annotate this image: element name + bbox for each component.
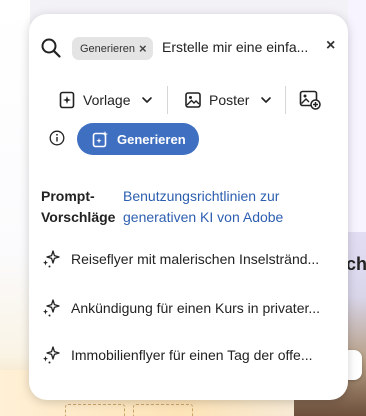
- generate-sparkle-icon: [92, 131, 108, 148]
- close-icon[interactable]: ×: [326, 37, 335, 55]
- suggestion-text: Immobilienflyer für einen Tag der offe..…: [71, 347, 313, 363]
- guidelines-link[interactable]: Benutzungsrichtlinien zur generativen KI…: [123, 186, 338, 228]
- suggestions-heading: Prompt-Vorschläge: [41, 188, 116, 225]
- template-dropdown-label: Vorlage: [83, 92, 131, 108]
- divider: [285, 86, 286, 114]
- sparkle-icon: [43, 299, 60, 317]
- format-dropdown[interactable]: Poster: [184, 86, 272, 114]
- suggestion-item[interactable]: Ankündigung für einen Kurs in privater..…: [41, 296, 337, 320]
- options-row: Vorlage Poster: [29, 86, 348, 114]
- generate-button-label: Generieren: [117, 131, 186, 147]
- search-input[interactable]: Erstelle mir eine einfa...: [162, 39, 320, 55]
- background-placeholder-slot[interactable]: [133, 404, 193, 416]
- remove-tag-icon[interactable]: ×: [139, 41, 147, 56]
- chevron-down-icon: [142, 97, 153, 103]
- generate-row: Generieren: [29, 122, 348, 156]
- chevron-down-icon: [261, 97, 272, 103]
- mode-tag: Generieren ×: [72, 37, 153, 60]
- image-format-icon: [185, 92, 201, 108]
- generate-button[interactable]: Generieren: [77, 123, 199, 155]
- add-image-icon[interactable]: [299, 90, 321, 110]
- background-app-left: [0, 0, 30, 416]
- divider: [167, 86, 168, 114]
- prompt-panel: Generieren × Erstelle mir eine einfa... …: [29, 14, 348, 400]
- suggestion-item[interactable]: Immobilienflyer für einen Tag der offe..…: [41, 343, 337, 367]
- mode-tag-label: Generieren: [80, 42, 136, 55]
- background-card-title: ch: [346, 254, 366, 274]
- format-dropdown-label: Poster: [209, 92, 250, 108]
- template-dropdown[interactable]: Vorlage: [58, 86, 153, 114]
- background-placeholder-slot[interactable]: [65, 404, 125, 416]
- suggestion-text: Ankündigung für einen Kurs in privater..…: [71, 300, 321, 316]
- sparkle-icon: [43, 250, 60, 268]
- info-icon[interactable]: [49, 130, 65, 146]
- search-icon: [41, 38, 61, 58]
- suggestion-text: Reiseflyer mit malerischen Inselstränd..…: [71, 251, 320, 267]
- generate-template-icon: [59, 91, 75, 109]
- sparkle-icon: [43, 346, 60, 364]
- suggestion-item[interactable]: Reiseflyer mit malerischen Inselstränd..…: [41, 247, 337, 271]
- search-bar[interactable]: Generieren × Erstelle mir eine einfa... …: [29, 34, 348, 62]
